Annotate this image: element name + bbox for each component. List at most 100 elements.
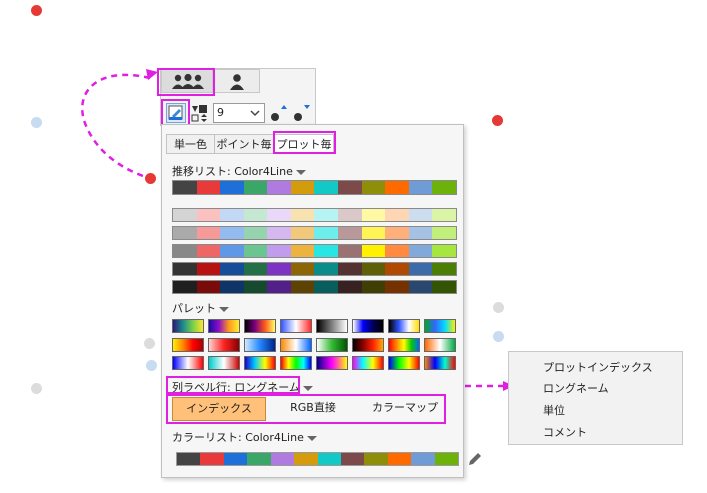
symbol-shape-icon[interactable]: [190, 103, 210, 123]
palette-swatch[interactable]: [280, 356, 312, 370]
color-swatch[interactable]: [270, 453, 295, 465]
palette-swatch[interactable]: [244, 319, 276, 333]
color-swatch[interactable]: [432, 263, 456, 275]
color-swatch[interactable]: [385, 245, 409, 257]
color-swatch[interactable]: [385, 263, 409, 275]
color-swatch[interactable]: [267, 227, 291, 239]
incremental-list-label[interactable]: 推移リスト: Color4Line: [172, 163, 306, 179]
color-swatch[interactable]: [314, 227, 339, 239]
color-swatch[interactable]: [267, 209, 291, 221]
color-swatch[interactable]: [361, 245, 386, 257]
menu-item-plot-index[interactable]: プロットインデックス: [543, 359, 653, 375]
color-swatch[interactable]: [432, 181, 456, 194]
color-swatch[interactable]: [247, 453, 271, 465]
menu-item-long-name[interactable]: ロングネーム: [543, 380, 609, 396]
palette-swatch[interactable]: [280, 338, 312, 352]
color-swatch[interactable]: [290, 227, 315, 239]
color-swatch[interactable]: [290, 209, 315, 221]
color-swatch[interactable]: [338, 263, 362, 275]
color-swatch[interactable]: [385, 181, 409, 194]
color-swatch[interactable]: [411, 453, 435, 465]
palette-swatch[interactable]: [388, 319, 420, 333]
color-swatch[interactable]: [338, 281, 362, 293]
palette-swatch[interactable]: [388, 338, 420, 352]
color-swatch[interactable]: [290, 263, 315, 275]
color-swatch[interactable]: [196, 227, 221, 239]
color-swatch[interactable]: [314, 263, 339, 275]
color-swatch[interactable]: [196, 281, 221, 293]
color-swatch[interactable]: [361, 281, 386, 293]
palette-swatch[interactable]: [316, 356, 348, 370]
color-swatch[interactable]: [338, 209, 362, 221]
palette-swatch[interactable]: [352, 319, 384, 333]
palette-swatch[interactable]: [172, 338, 204, 352]
color-swatch[interactable]: [408, 281, 433, 293]
palette-swatch[interactable]: [316, 319, 348, 333]
color-swatch[interactable]: [243, 209, 268, 221]
color-swatch[interactable]: [432, 227, 456, 239]
palette-swatch[interactable]: [172, 356, 204, 370]
color-swatch[interactable]: [385, 227, 409, 239]
menu-item-comment[interactable]: コメント: [543, 424, 587, 440]
color-swatch[interactable]: [267, 281, 291, 293]
tab-single-color[interactable]: 単一色: [166, 134, 215, 154]
color-swatch[interactable]: [314, 245, 339, 257]
color-swatch[interactable]: [243, 227, 268, 239]
palette-swatch[interactable]: [244, 338, 276, 352]
color-swatch[interactable]: [173, 245, 197, 257]
color-swatch[interactable]: [408, 245, 433, 257]
color-swatch[interactable]: [173, 263, 197, 275]
color-swatch[interactable]: [243, 281, 268, 293]
palette-swatch[interactable]: [424, 319, 456, 333]
color-swatch[interactable]: [408, 181, 433, 194]
color-swatch[interactable]: [173, 227, 197, 239]
color-swatch[interactable]: [220, 245, 244, 257]
color-swatch[interactable]: [314, 209, 339, 221]
palette-swatch[interactable]: [208, 319, 240, 333]
color-swatch[interactable]: [294, 453, 318, 465]
color-swatch[interactable]: [173, 209, 197, 221]
palette-swatch[interactable]: [208, 356, 240, 370]
color-swatch[interactable]: [338, 227, 362, 239]
color-swatch[interactable]: [267, 245, 291, 257]
palette-swatch[interactable]: [352, 356, 384, 370]
color-swatch[interactable]: [408, 209, 433, 221]
shade-color-row[interactable]: [172, 226, 457, 240]
menu-item-units[interactable]: 単位: [543, 402, 565, 418]
palette-swatch[interactable]: [316, 338, 348, 352]
color-swatch[interactable]: [361, 227, 386, 239]
color-swatch[interactable]: [290, 245, 315, 257]
shade-color-row[interactable]: [172, 208, 457, 222]
tab-by-point[interactable]: ポイント毎: [214, 134, 274, 154]
color-swatch[interactable]: [220, 181, 244, 194]
color-swatch[interactable]: [385, 281, 409, 293]
color-swatch[interactable]: [314, 281, 339, 293]
edit-pencil-icon[interactable]: [467, 451, 483, 467]
color-swatch[interactable]: [290, 281, 315, 293]
color-swatch[interactable]: [387, 453, 412, 465]
palette-swatch[interactable]: [244, 356, 276, 370]
color-swatch[interactable]: [220, 281, 244, 293]
shade-color-row[interactable]: [172, 280, 457, 294]
color-swatch[interactable]: [267, 181, 291, 194]
color-swatch[interactable]: [196, 181, 221, 194]
color-swatch[interactable]: [196, 245, 221, 257]
color-swatch[interactable]: [220, 209, 244, 221]
color-swatch[interactable]: [220, 227, 244, 239]
color-swatch[interactable]: [340, 453, 365, 465]
palette-swatch[interactable]: [172, 319, 204, 333]
color-swatch[interactable]: [408, 263, 433, 275]
color-swatch[interactable]: [243, 245, 268, 257]
color-swatch[interactable]: [243, 181, 268, 194]
color-swatch[interactable]: [361, 181, 386, 194]
color-swatch[interactable]: [432, 209, 456, 221]
color-swatch[interactable]: [220, 263, 244, 275]
color-swatch[interactable]: [196, 209, 221, 221]
shade-color-row[interactable]: [172, 262, 457, 276]
palette-swatch[interactable]: [208, 338, 240, 352]
color-swatch[interactable]: [173, 281, 197, 293]
palette-label[interactable]: パレット: [172, 300, 229, 316]
color-swatch[interactable]: [173, 181, 197, 194]
size-select[interactable]: 9: [213, 103, 265, 123]
color-swatch[interactable]: [223, 453, 248, 465]
